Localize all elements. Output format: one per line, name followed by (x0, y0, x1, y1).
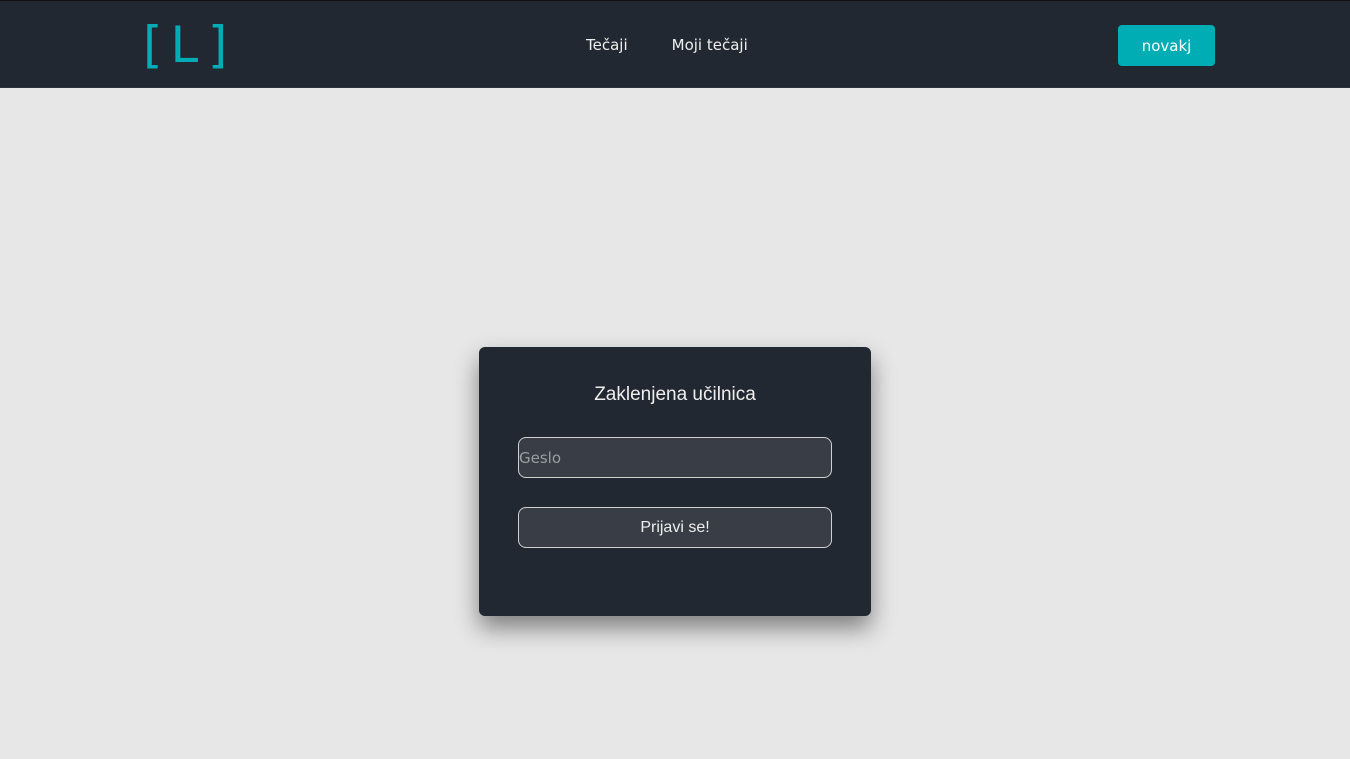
password-input[interactable] (518, 437, 832, 478)
site-logo[interactable]: [L] (136, 15, 238, 75)
login-button[interactable]: Prijavi se! (518, 507, 832, 548)
top-navbar: [L] Tečaji Moji tečaji novakj (0, 0, 1350, 88)
nav-link-tecaji[interactable]: Tečaji (586, 36, 628, 54)
nav-link-moji-tecaji[interactable]: Moji tečaji (672, 36, 748, 54)
locked-classroom-card: Zaklenjena učilnica Prijavi se! (479, 347, 871, 616)
main-nav: Tečaji Moji tečaji (586, 1, 792, 89)
card-title: Zaklenjena učilnica (594, 384, 756, 405)
user-account-button[interactable]: novakj (1118, 25, 1215, 66)
